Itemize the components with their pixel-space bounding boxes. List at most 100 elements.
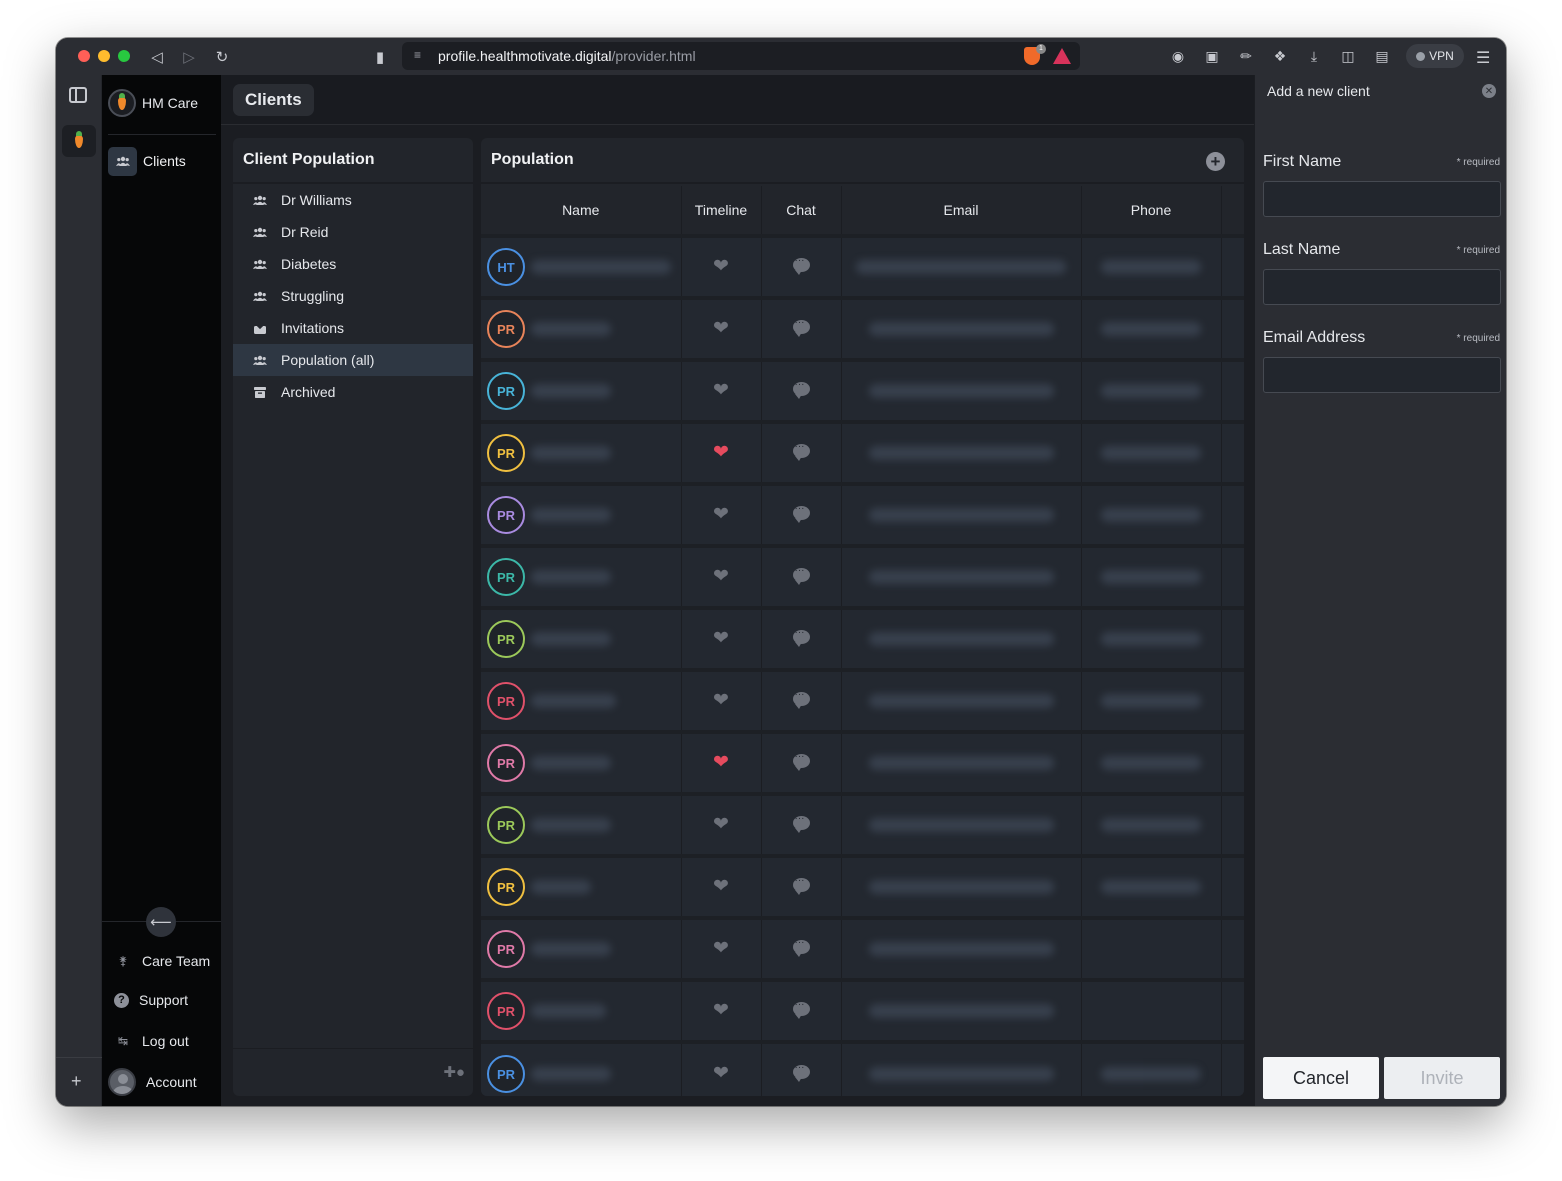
chat-cell[interactable] xyxy=(761,420,842,484)
collapse-nav-button[interactable]: ⟵ xyxy=(146,907,176,937)
heartbeat-icon[interactable]: ❤ xyxy=(713,380,729,401)
chat-bubble-icon[interactable] xyxy=(792,565,810,585)
heartbeat-icon[interactable]: ❤ xyxy=(713,318,729,339)
name-cell[interactable]: PR xyxy=(481,358,682,422)
camera-icon[interactable]: ▣ xyxy=(1202,46,1222,66)
name-cell[interactable]: HT xyxy=(481,234,682,298)
name-cell[interactable]: PR xyxy=(481,1040,682,1096)
chat-cell[interactable] xyxy=(761,358,842,422)
heartbeat-icon[interactable]: ❤ xyxy=(713,690,729,711)
timeline-cell[interactable]: ❤ xyxy=(681,668,762,732)
chat-cell[interactable] xyxy=(761,730,842,794)
add-client-icon[interactable]: + xyxy=(1206,152,1225,171)
timeline-cell[interactable]: ❤ xyxy=(681,234,762,298)
brave-rewards-icon[interactable] xyxy=(1053,48,1071,64)
timeline-cell[interactable]: ❤ xyxy=(681,1040,762,1096)
name-cell[interactable]: PR xyxy=(481,792,682,856)
timeline-cell[interactable]: ❤ xyxy=(681,420,762,484)
nav-item-account[interactable]: Account xyxy=(108,1068,197,1096)
table-row[interactable]: PR ❤ xyxy=(481,420,1244,484)
chat-cell[interactable] xyxy=(761,234,842,298)
timeline-cell[interactable]: ❤ xyxy=(681,792,762,856)
name-cell[interactable]: PR xyxy=(481,482,682,546)
column-header-timeline[interactable]: Timeline xyxy=(681,186,762,236)
heartbeat-icon[interactable]: ❤ xyxy=(713,876,729,897)
site-settings-icon[interactable]: ≡ xyxy=(414,48,421,62)
brand[interactable]: HM Care xyxy=(108,89,198,117)
name-cell[interactable]: PR xyxy=(481,544,682,608)
table-row[interactable]: PR ❤ xyxy=(481,792,1244,856)
table-row[interactable]: PR ❤ xyxy=(481,978,1244,1042)
population-list-item[interactable]: Archived xyxy=(233,376,473,408)
timeline-cell[interactable]: ❤ xyxy=(681,606,762,670)
close-window-button[interactable] xyxy=(78,50,90,62)
heartbeat-icon[interactable]: ❤ xyxy=(713,256,729,277)
chat-cell[interactable] xyxy=(761,606,842,670)
first-name-field[interactable] xyxy=(1263,181,1501,217)
pinned-tab[interactable] xyxy=(62,125,96,157)
add-tab-icon[interactable]: + xyxy=(71,1071,82,1092)
timeline-cell[interactable]: ❤ xyxy=(681,916,762,980)
heartbeat-icon[interactable]: ❤ xyxy=(713,752,729,773)
timeline-cell[interactable]: ❤ xyxy=(681,730,762,794)
table-row[interactable]: PR ❤ xyxy=(481,668,1244,732)
population-list-item[interactable]: Dr Reid xyxy=(233,216,473,248)
heartbeat-icon[interactable]: ❤ xyxy=(713,1000,729,1021)
puzzle-icon[interactable]: ❖ xyxy=(1270,46,1290,66)
chat-cell[interactable] xyxy=(761,854,842,918)
nav-item-care-team[interactable]: ⚵ Care Team xyxy=(114,952,211,970)
heartbeat-icon[interactable]: ❤ xyxy=(713,814,729,835)
cancel-button[interactable]: Cancel xyxy=(1263,1057,1379,1099)
reload-icon[interactable]: ↻ xyxy=(211,46,233,68)
column-header-email[interactable]: Email xyxy=(841,186,1082,236)
table-row[interactable]: PR ❤ xyxy=(481,730,1244,794)
nav-item-support[interactable]: ? Support xyxy=(114,992,188,1008)
close-icon[interactable]: ✕ xyxy=(1482,84,1496,98)
timeline-cell[interactable]: ❤ xyxy=(681,482,762,546)
chat-bubble-icon[interactable] xyxy=(792,875,810,895)
population-list-item[interactable]: Diabetes xyxy=(233,248,473,280)
chat-cell[interactable] xyxy=(761,916,842,980)
add-group-icon[interactable]: ✚● xyxy=(443,1063,465,1081)
chat-bubble-icon[interactable] xyxy=(792,379,810,399)
chat-cell[interactable] xyxy=(761,482,842,546)
heartbeat-icon[interactable]: ❤ xyxy=(713,1063,729,1084)
sidebar-toggle-icon[interactable] xyxy=(69,87,87,103)
name-cell[interactable]: PR xyxy=(481,606,682,670)
forward-icon[interactable]: ▷ xyxy=(178,46,200,68)
chat-cell[interactable] xyxy=(761,792,842,856)
chat-bubble-icon[interactable] xyxy=(792,503,810,523)
vpn-button[interactable]: VPN xyxy=(1406,44,1464,68)
heartbeat-icon[interactable]: ❤ xyxy=(713,566,729,587)
chat-bubble-icon[interactable] xyxy=(792,689,810,709)
chat-bubble-icon[interactable] xyxy=(792,813,810,833)
download-icon[interactable]: ⤓ xyxy=(1304,46,1324,66)
timeline-cell[interactable]: ❤ xyxy=(681,544,762,608)
chat-cell[interactable] xyxy=(761,668,842,732)
table-row[interactable]: PR ❤ xyxy=(481,916,1244,980)
sidebar-icon[interactable]: ◫ xyxy=(1338,46,1358,66)
name-cell[interactable]: PR xyxy=(481,730,682,794)
chat-bubble-icon[interactable] xyxy=(792,627,810,647)
name-cell[interactable]: PR xyxy=(481,296,682,360)
chat-bubble-icon[interactable] xyxy=(792,751,810,771)
chat-bubble-icon[interactable] xyxy=(792,441,810,461)
last-name-field[interactable] xyxy=(1263,269,1501,305)
chat-cell[interactable] xyxy=(761,978,842,1042)
table-row[interactable]: PR ❤ xyxy=(481,296,1244,360)
table-row[interactable]: PR ❤ xyxy=(481,358,1244,422)
column-header-chat[interactable]: Chat xyxy=(761,186,842,236)
chat-cell[interactable] xyxy=(761,296,842,360)
heartbeat-icon[interactable]: ❤ xyxy=(713,504,729,525)
chat-cell[interactable] xyxy=(761,1040,842,1096)
maximize-window-button[interactable] xyxy=(118,50,130,62)
minimize-window-button[interactable] xyxy=(98,50,110,62)
name-cell[interactable]: PR xyxy=(481,916,682,980)
chat-bubble-icon[interactable] xyxy=(792,937,810,957)
column-header-phone[interactable]: Phone xyxy=(1081,186,1222,236)
column-header-name[interactable]: Name xyxy=(481,186,682,236)
heartbeat-icon[interactable]: ❤ xyxy=(713,938,729,959)
timeline-cell[interactable]: ❤ xyxy=(681,358,762,422)
table-row[interactable]: PR ❤ xyxy=(481,1040,1244,1096)
bookmark-icon[interactable]: ▮ xyxy=(369,46,391,68)
